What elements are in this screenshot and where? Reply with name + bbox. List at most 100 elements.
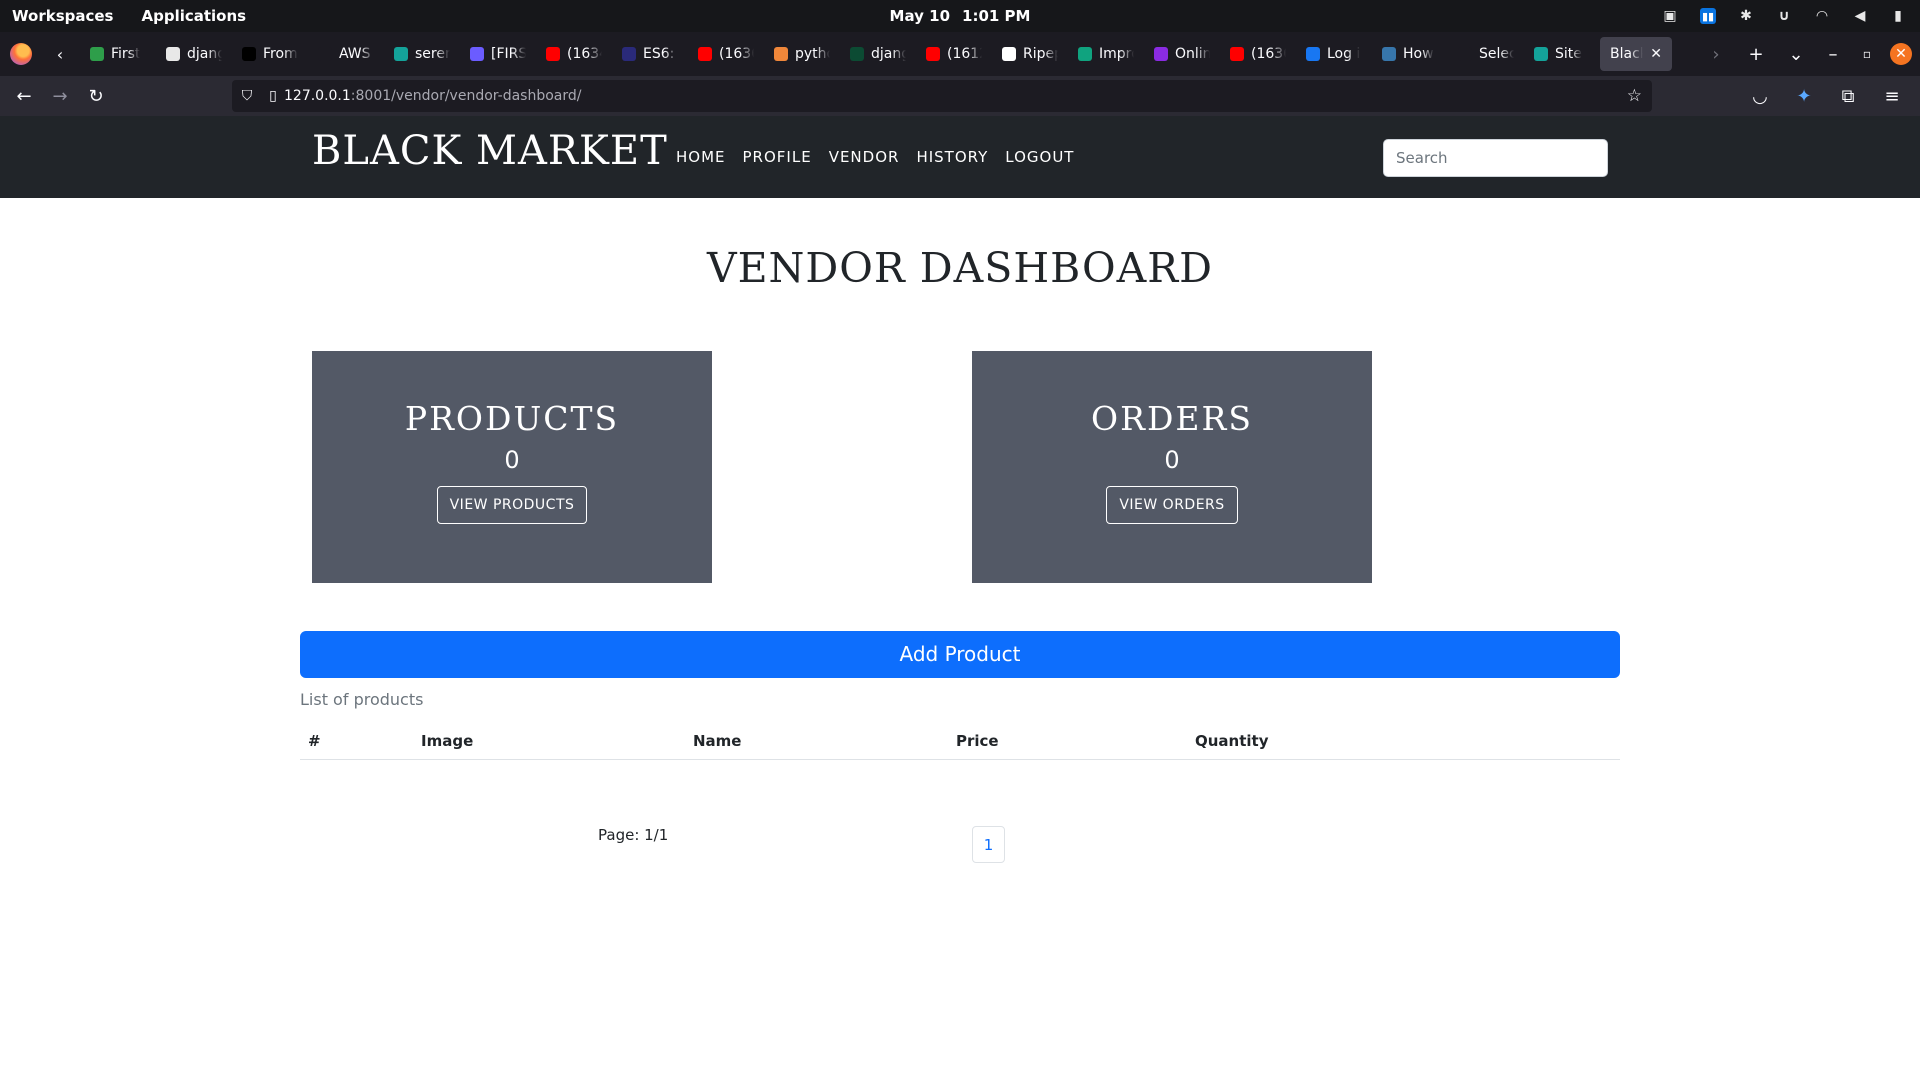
tab-label: ES6: C (643, 46, 678, 62)
tab-label: Onlin (1175, 46, 1210, 62)
browser-tab[interactable]: seren (384, 37, 460, 71)
tab-favicon-icon (166, 47, 180, 61)
view-orders-button[interactable]: VIEW ORDERS (1106, 486, 1238, 524)
os-top-bar: Workspaces Applications May 10 1:01 PM ▣… (0, 0, 1920, 32)
tab-label: (1612 (947, 46, 982, 62)
browser-tab[interactable]: From (232, 37, 308, 71)
browser-tab-strip: ‹ First djang From AWS Clou seren [FIRS (1634 E… (0, 32, 1920, 76)
browser-tab[interactable]: (1612 (916, 37, 992, 71)
extension-icon[interactable]: ✦ (1786, 80, 1822, 112)
back-icon[interactable]: ← (6, 80, 42, 112)
products-table: # Image Name Price Quantity (300, 723, 1620, 760)
applications-menu[interactable]: Applications (141, 7, 246, 25)
tab-favicon-icon (774, 47, 788, 61)
tab-favicon-icon (1458, 47, 1472, 61)
clock-date: May 10 (889, 7, 951, 25)
tab-label: (1636 (1251, 46, 1286, 62)
list-tabs-icon[interactable]: ⌄ (1776, 32, 1816, 76)
column-header-image: Image (421, 732, 474, 750)
active-tab[interactable]: Black ✕ (1600, 37, 1672, 71)
pagination-page-1[interactable]: 1 (972, 826, 1005, 863)
column-header-price: Price (956, 732, 999, 750)
browser-tab[interactable]: Select U (1448, 37, 1524, 71)
site-nav: HOME PROFILE VENDOR HISTORY LOGOUT (676, 116, 1074, 198)
page-title: VENDOR DASHBOARD (707, 244, 1213, 292)
column-header-quantity: Quantity (1195, 732, 1269, 750)
tab-favicon-icon (318, 47, 332, 61)
browser-tab[interactable]: Site (1524, 37, 1600, 71)
orders-card-title: ORDERS (1091, 399, 1253, 438)
column-header-number: # (308, 732, 321, 750)
new-tab-icon[interactable]: + (1736, 32, 1776, 76)
view-products-button[interactable]: VIEW PRODUCTS (436, 486, 588, 524)
tab-favicon-icon (622, 47, 636, 61)
maximize-icon[interactable]: ▫ (1850, 32, 1884, 76)
slack-icon[interactable]: ✱ (1738, 8, 1754, 24)
browser-tab[interactable]: Impro (1068, 37, 1144, 71)
extensions-puzzle-icon[interactable]: ⧉ (1830, 80, 1866, 112)
wifi-icon[interactable]: ◠ (1814, 8, 1830, 24)
tab-favicon-icon (1382, 47, 1396, 61)
tab-label: Impro (1099, 46, 1134, 62)
browser-tab[interactable]: (1634 (536, 37, 612, 71)
tab-favicon-icon (470, 47, 484, 61)
site-brand[interactable]: BLACK MARKET (312, 128, 668, 174)
products-card-title: PRODUCTS (404, 399, 620, 438)
products-list-caption: List of products (300, 690, 424, 709)
menu-icon[interactable]: ≡ (1874, 80, 1910, 112)
products-count: 0 (504, 446, 520, 474)
tab-label: Select U (1479, 46, 1514, 62)
magnet-icon[interactable]: ∪ (1776, 8, 1792, 24)
browser-tab[interactable]: Log i (1296, 37, 1372, 71)
shield-icon[interactable]: ⛉ (232, 88, 262, 104)
browser-tab[interactable]: First (80, 37, 156, 71)
browser-tab[interactable]: djang (840, 37, 916, 71)
tab-favicon-icon (1154, 47, 1168, 61)
tab-favicon-icon (850, 47, 864, 61)
reload-icon[interactable]: ↻ (78, 80, 114, 112)
browser-tab[interactable]: Ripep (992, 37, 1068, 71)
tab-favicon-icon (394, 47, 408, 61)
tab-favicon-icon (90, 47, 104, 61)
browser-tab[interactable]: ES6: C (612, 37, 688, 71)
screen-share-icon[interactable]: ▣ (1662, 8, 1678, 24)
forward-icon[interactable]: → (42, 80, 78, 112)
system-clock[interactable]: May 10 1:01 PM (890, 0, 1031, 32)
column-header-name: Name (693, 732, 742, 750)
workspaces-menu[interactable]: Workspaces (12, 7, 113, 25)
nav-profile[interactable]: PROFILE (743, 148, 812, 166)
volume-icon[interactable]: ◀ (1852, 8, 1868, 24)
nav-home[interactable]: HOME (676, 148, 726, 166)
tab-favicon-icon (698, 47, 712, 61)
browser-tab[interactable]: AWS Clou (308, 37, 384, 71)
nav-logout[interactable]: LOGOUT (1005, 148, 1074, 166)
tab-label: From (263, 46, 298, 62)
tab-scroll-right-icon[interactable]: › (1696, 32, 1736, 76)
trello-icon[interactable]: ▮▮ (1700, 8, 1716, 24)
products-card: PRODUCTS 0 VIEW PRODUCTS (312, 351, 712, 583)
browser-tab[interactable]: djang (156, 37, 232, 71)
browser-tab[interactable]: pytho (764, 37, 840, 71)
tab-scroll-left-icon[interactable]: ‹ (46, 39, 74, 69)
battery-icon[interactable]: ▮ (1890, 8, 1906, 24)
url-bar[interactable]: ⛉ ▯ 127.0.0.1:8001/vendor/vendor-dashboa… (232, 80, 1652, 112)
browser-tab[interactable]: [FIRS (460, 37, 536, 71)
search-input[interactable] (1383, 139, 1608, 177)
close-tab-icon[interactable]: ✕ (1650, 46, 1662, 62)
browser-nav-bar: ← → ↻ ⛉ ▯ 127.0.0.1:8001/vendor/vendor-d… (0, 76, 1920, 116)
pagination-info: Page: 1/1 (598, 826, 669, 844)
pocket-icon[interactable]: ◡ (1742, 80, 1778, 112)
nav-history[interactable]: HISTORY (916, 148, 988, 166)
add-product-button[interactable]: Add Product (300, 631, 1620, 678)
browser-tab[interactable]: How (1372, 37, 1448, 71)
minimize-icon[interactable]: – (1816, 32, 1850, 76)
bookmark-star-icon[interactable]: ☆ (1627, 80, 1642, 112)
tab-label: First (111, 46, 141, 62)
nav-vendor[interactable]: VENDOR (829, 148, 900, 166)
page-icon[interactable]: ▯ (262, 88, 284, 104)
tab-favicon-icon (1534, 47, 1548, 61)
browser-tab[interactable]: (1636 (688, 37, 764, 71)
window-close-icon[interactable]: ✕ (1890, 43, 1912, 65)
browser-tab[interactable]: Onlin (1144, 37, 1220, 71)
browser-tab[interactable]: (1636 (1220, 37, 1296, 71)
